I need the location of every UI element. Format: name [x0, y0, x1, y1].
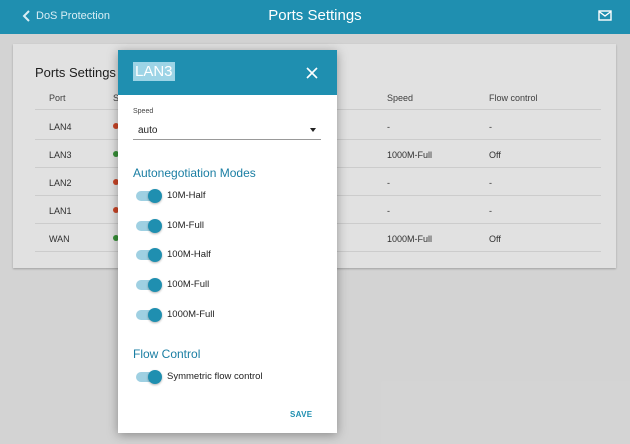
dialog-header: LAN3 — [118, 50, 337, 95]
toggle-knob — [148, 308, 162, 322]
mode-label: 1000M-Full — [167, 309, 215, 320]
port-dialog: LAN3 Speed auto Autonegotiation Modes 10… — [118, 50, 337, 433]
flow-control-title: Flow Control — [133, 347, 201, 361]
mode-toggle[interactable] — [136, 278, 162, 292]
speed-label: Speed — [133, 108, 154, 115]
flow-toggle[interactable] — [136, 370, 162, 384]
toggle-knob — [148, 219, 162, 233]
flow-toggle-row: Symmetric flow control — [133, 368, 323, 388]
mode-toggle[interactable] — [136, 219, 162, 233]
speed-value: auto — [138, 125, 158, 136]
close-icon[interactable] — [306, 66, 318, 84]
flow-toggle-label: Symmetric flow control — [167, 371, 263, 382]
mode-toggle[interactable] — [136, 248, 162, 262]
mode-toggle-row: 1000M-Full — [133, 306, 323, 326]
top-bar: DoS Protection Ports Settings — [0, 0, 630, 34]
mode-label: 10M-Half — [167, 190, 206, 201]
toggle-knob — [148, 248, 162, 262]
mode-toggle-row: 10M-Half — [133, 187, 323, 207]
speed-select[interactable]: auto — [133, 120, 321, 140]
mode-label: 100M-Half — [167, 249, 211, 260]
mode-toggle[interactable] — [136, 308, 162, 322]
save-button[interactable]: SAVE — [290, 410, 312, 419]
mail-icon[interactable] — [598, 8, 612, 26]
toggle-knob — [148, 189, 162, 203]
autoneg-title: Autonegotiation Modes — [133, 166, 256, 180]
caret-down-icon — [310, 128, 316, 132]
mode-toggle-row: 10M-Full — [133, 217, 323, 237]
page-title: Ports Settings — [268, 7, 362, 24]
toggle-knob — [148, 370, 162, 384]
dialog-title: LAN3 — [133, 62, 175, 81]
mode-toggle-row: 100M-Full — [133, 276, 323, 296]
mode-label: 10M-Full — [167, 220, 204, 231]
mode-toggle[interactable] — [136, 189, 162, 203]
mode-toggle-row: 100M-Half — [133, 246, 323, 266]
toggle-knob — [148, 278, 162, 292]
mode-label: 100M-Full — [167, 279, 210, 290]
